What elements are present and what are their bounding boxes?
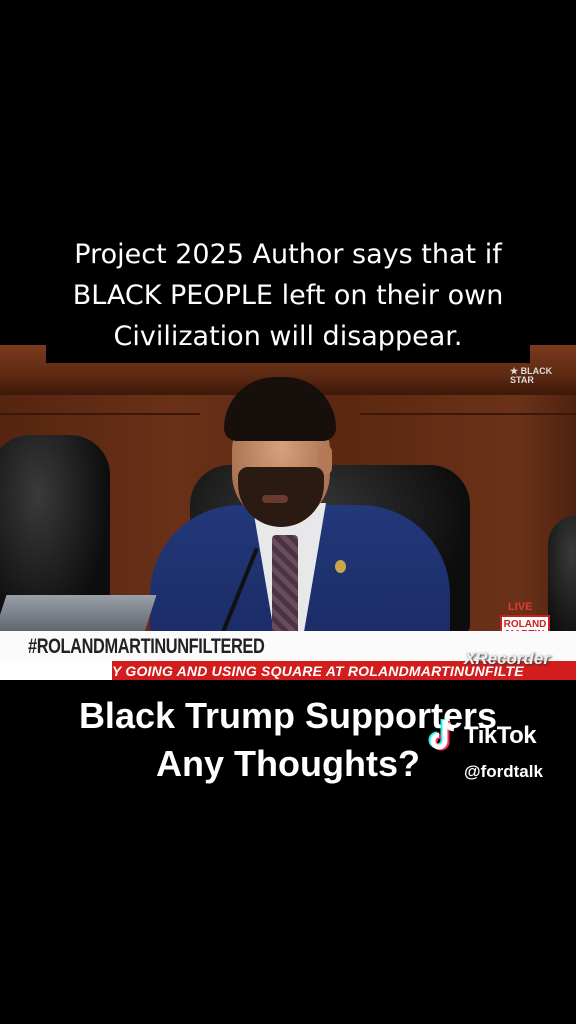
ticker-text: Y GOING AND USING SQUARE AT ROLANDMARTIN… xyxy=(112,663,524,679)
black-star-logo: ★ BLACK STAR xyxy=(510,367,576,385)
lower-third-text: #ROLANDMARTINUNFILTERED xyxy=(28,635,265,658)
laptop xyxy=(0,595,157,635)
video-frame[interactable]: ★ BLACK STAR LIVE ROLAND MARTIN #ROLANDM… xyxy=(0,345,576,680)
top-caption-line-2: BLACK PEOPLE left on their own xyxy=(72,280,504,311)
speaker-mouth xyxy=(262,495,288,503)
tiktok-icon xyxy=(428,718,458,754)
top-caption-line-3: Civilization will disappear. xyxy=(113,321,463,352)
top-caption-line-1: Project 2025 Author says that if xyxy=(74,239,502,270)
chair-right xyxy=(548,515,576,645)
xrecorder-watermark: XRecorder xyxy=(464,649,550,668)
tiktok-watermark: TikTok xyxy=(428,716,537,756)
panel-trim xyxy=(360,413,576,415)
top-caption: Project 2025 Author says that if BLACK P… xyxy=(46,228,530,363)
live-label: LIVE xyxy=(508,601,533,613)
panel-trim xyxy=(0,413,200,415)
creator-handle[interactable]: @fordtalk xyxy=(464,762,543,782)
tiktok-wordmark: TikTok xyxy=(464,722,537,749)
lapel-pin xyxy=(335,560,346,573)
speaker-tie xyxy=(272,535,298,635)
